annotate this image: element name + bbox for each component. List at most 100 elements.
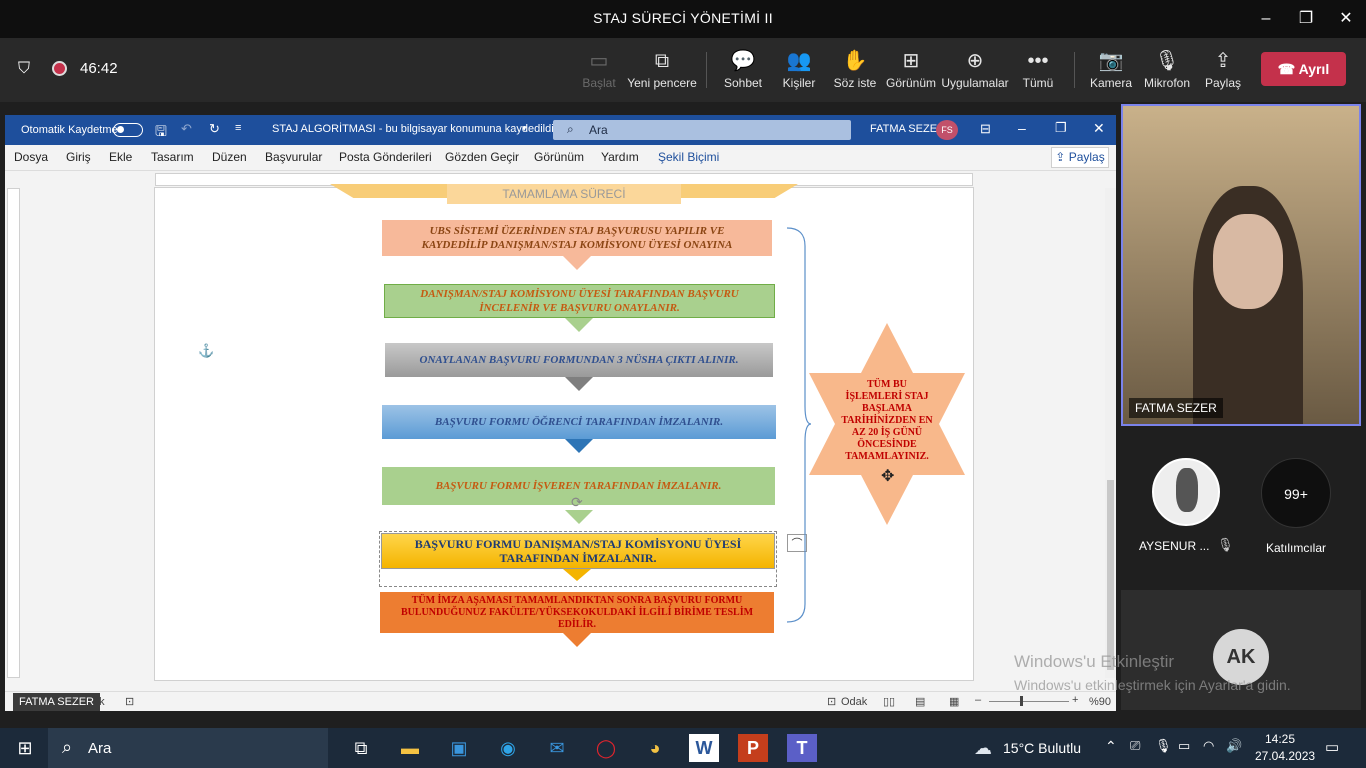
share-button[interactable]: ⇪ Paylaş <box>1188 46 1258 90</box>
powerpoint-icon[interactable]: P <box>738 734 768 762</box>
chevron-up-icon[interactable]: ⌃ <box>1105 738 1117 755</box>
maximize-icon[interactable]: ❐ <box>1295 8 1317 30</box>
participant-name: FATMA SEZER <box>1129 398 1223 418</box>
notifications-icon[interactable]: ▭ <box>1325 738 1339 756</box>
main-video-tile[interactable]: FATMA SEZER <box>1121 104 1361 426</box>
vertical-scrollbar[interactable] <box>1105 188 1116 678</box>
web-layout-icon[interactable]: ▦ <box>949 695 959 708</box>
undo-icon[interactable]: ↶ <box>181 121 192 137</box>
save-icon[interactable]: 🖫 <box>155 121 167 145</box>
selection-frame[interactable] <box>379 531 777 587</box>
opera-icon[interactable]: ◯ <box>591 734 621 762</box>
wifi-icon[interactable]: ◠ <box>1203 738 1214 754</box>
user-avatar[interactable]: FS <box>936 120 958 140</box>
vertical-ruler[interactable] <box>7 188 20 678</box>
leave-button[interactable]: ☎ Ayrıl <box>1261 52 1346 86</box>
scrollbar-thumb[interactable] <box>1107 480 1114 670</box>
chevron-down-icon[interactable]: ▾ <box>522 123 527 134</box>
windows-start-icon[interactable]: ⊞ <box>10 734 40 762</box>
read-mode-icon[interactable]: ▯▯ <box>883 695 895 708</box>
anchor-icon: ⚓ <box>198 343 215 358</box>
tab-layout[interactable]: Düzen <box>212 150 247 164</box>
tab-shape-format[interactable]: Şekil Biçimi <box>658 150 719 164</box>
focus-button[interactable]: Odak <box>841 696 867 708</box>
flow-arrow <box>563 256 591 270</box>
customize-toolbar-icon[interactable]: ≡ <box>235 122 241 134</box>
microphone-icon[interactable]: 🎙 <box>1155 738 1172 754</box>
clock-date[interactable]: 27.04.2023 <box>1255 749 1315 763</box>
search-icon: ⌕ <box>62 737 73 757</box>
minimize-icon[interactable]: – <box>1018 120 1026 136</box>
phone-hangup-icon: ☎ <box>1277 61 1296 77</box>
accessibility-icon[interactable]: ⊡ <box>125 695 134 708</box>
task-view-icon[interactable]: ⧉ <box>346 734 376 762</box>
ribbon-display-icon[interactable]: ⊟ <box>980 121 991 137</box>
meeting-timer: 46:42 <box>80 60 118 77</box>
tab-insert[interactable]: Ekle <box>109 150 132 164</box>
tab-references[interactable]: Başvurular <box>265 150 322 164</box>
rotate-handle-icon[interactable]: ⟳ <box>571 494 583 511</box>
document-title: STAJ ALGORİTMASI - bu bilgisayar konumun… <box>272 123 554 135</box>
start-button[interactable]: ▭ Başlat <box>564 46 634 90</box>
tab-home[interactable]: Giriş <box>66 150 91 164</box>
taskbar-search[interactable]: ⌕ Ara <box>48 728 328 768</box>
close-icon[interactable]: ✕ <box>1335 8 1357 30</box>
tab-help[interactable]: Yardım <box>601 150 639 164</box>
camera-icon[interactable]: ⎚ <box>1130 738 1140 754</box>
tab-mailings[interactable]: Posta Gönderileri <box>339 150 432 164</box>
monitor-icon: ▭ <box>589 50 609 72</box>
top-label: TAMAMLAMA SÜRECİ <box>447 184 681 204</box>
recording-icon <box>52 61 67 76</box>
volume-icon[interactable]: 🔊 <box>1226 738 1242 754</box>
word-icon[interactable]: W <box>689 734 719 762</box>
print-layout-icon[interactable]: ▤ <box>915 695 925 708</box>
search-box[interactable]: ⌕ Ara <box>553 120 851 140</box>
search-placeholder: Ara <box>589 123 608 137</box>
flow-step-7[interactable]: TÜM İMZA AŞAMASI TAMAMLANDIKTAN SONRA BA… <box>380 592 774 633</box>
flow-step-1[interactable]: UBS SİSTEMİ ÜZERİNDEN STAJ BAŞVURUSU YAP… <box>382 220 772 256</box>
document-page[interactable]: ⚓ TAMAMLAMA SÜRECİ UBS SİSTEMİ ÜZERİNDEN… <box>155 184 973 680</box>
search-icon: ⌕ <box>567 122 574 136</box>
flow-step-2[interactable]: DANIŞMAN/STAJ KOMİSYONU ÜYESİ TARAFINDAN… <box>384 284 775 318</box>
more-participants-button[interactable]: 99+ <box>1261 458 1331 528</box>
flow-step-4[interactable]: BAŞVURU FORMU ÖĞRENCİ TARAFINDAN İMZALAN… <box>382 405 776 439</box>
zoom-level[interactable]: %90 <box>1089 696 1111 708</box>
zoom-in-icon[interactable]: + <box>1072 694 1078 706</box>
autosave-toggle[interactable] <box>113 123 143 137</box>
avatar[interactable] <box>1152 458 1220 526</box>
tab-file[interactable]: Dosya <box>14 150 48 164</box>
new-window-button[interactable]: ⧉ Yeni pencere <box>627 46 697 90</box>
apps-button[interactable]: ⊕ Uygulamalar <box>940 46 1010 90</box>
meeting-toolbar: ⛉ 46:42 ▭ Başlat ⧉ Yeni pencere 💬 Sohbet 👥 K… <box>0 38 1366 102</box>
tab-review[interactable]: Gözden Geçir <box>445 150 519 164</box>
shield-icon: ⛉ <box>18 60 31 77</box>
teams-icon[interactable]: T <box>787 734 817 762</box>
flow-arrow <box>565 377 593 391</box>
maximize-icon[interactable]: ❐ <box>1055 120 1067 136</box>
file-explorer-icon[interactable]: ▬ <box>395 734 425 762</box>
more-button[interactable]: ••• Tümü <box>1003 46 1073 90</box>
tab-view[interactable]: Görünüm <box>534 150 584 164</box>
redo-icon[interactable]: ↻ <box>209 121 220 137</box>
minimize-icon[interactable]: – <box>1255 8 1277 30</box>
flow-step-3[interactable]: ONAYLANAN BAŞVURU FORMUNDAN 3 NÜSHA ÇIKT… <box>385 343 773 377</box>
flow-arrow <box>565 318 593 332</box>
mail-icon[interactable]: ✉ <box>542 734 572 762</box>
store-icon[interactable]: ▣ <box>444 734 474 762</box>
weather-text[interactable]: 15°C Bulutlu <box>1003 740 1081 756</box>
tab-design[interactable]: Tasarım <box>151 150 194 164</box>
chrome-icon[interactable]: ◕ <box>640 734 670 762</box>
more-icon: ••• <box>1027 50 1049 72</box>
zoom-slider[interactable] <box>989 701 1069 702</box>
zoom-slider-thumb[interactable] <box>1020 696 1023 706</box>
focus-icon[interactable]: ⊡ <box>827 695 836 708</box>
close-icon[interactable]: ✕ <box>1093 120 1105 137</box>
new-window-icon: ⧉ <box>654 50 670 72</box>
flow-arrow <box>565 510 593 524</box>
edge-icon[interactable]: ◉ <box>493 734 523 762</box>
view-button[interactable]: ⊞ Görünüm <box>876 46 946 90</box>
battery-icon[interactable]: ▭ <box>1178 738 1190 754</box>
clock-time[interactable]: 14:25 <box>1265 732 1295 746</box>
zoom-out-icon[interactable]: – <box>975 694 981 706</box>
share-doc-button[interactable]: ⇪ Paylaş <box>1051 147 1109 168</box>
